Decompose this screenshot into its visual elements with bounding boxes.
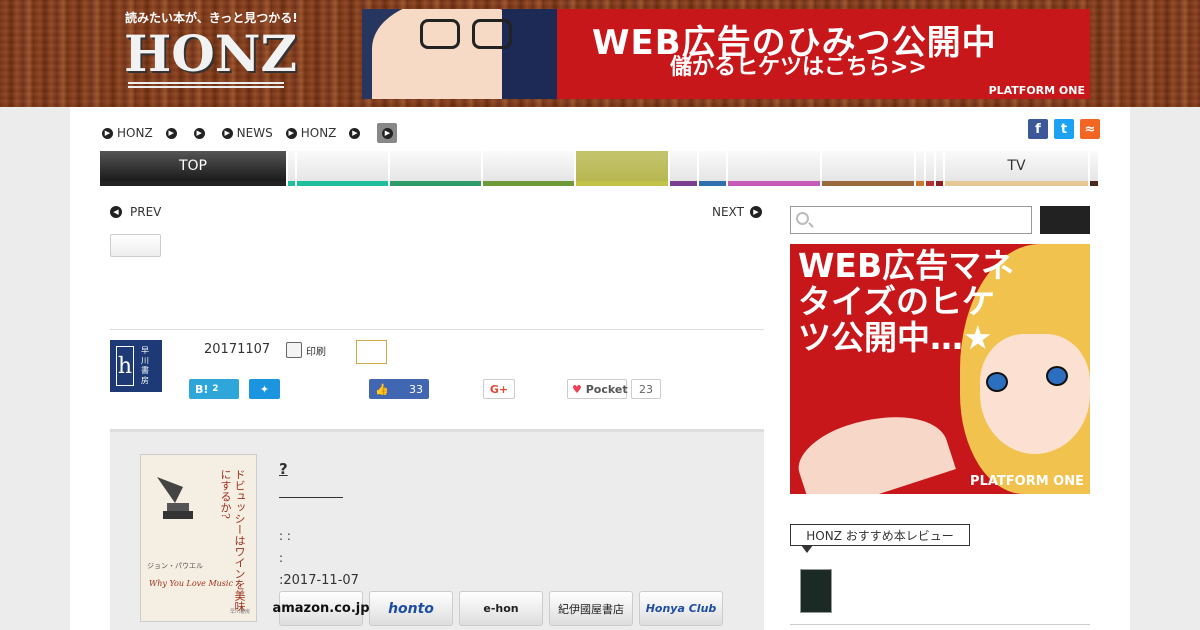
buy-amazon-button[interactable]: amazon.co.jp <box>272 591 370 626</box>
ad-headline: WEB広告マネタイズのヒケツ公開中…★ <box>798 246 1015 357</box>
search-icon <box>796 212 809 225</box>
breadcrumb-item[interactable]: ▶ HONZ <box>102 126 153 140</box>
pocket-button[interactable]: ♥ Pocket <box>567 379 628 399</box>
tweet-button[interactable]: ✦ <box>249 379 280 399</box>
gramophone-icon <box>157 477 193 519</box>
twitter-icon[interactable]: t <box>1054 119 1074 139</box>
sidebar-banner-ad[interactable]: WEB広告マネタイズのヒケツ公開中…★ PLATFORM ONE <box>790 244 1090 494</box>
post-date: 20171107 <box>204 342 271 357</box>
pocket-count: 23 <box>631 379 661 399</box>
buy-kinokuniya-button[interactable]: 紀伊國屋書店 <box>549 591 633 626</box>
nav-item-top[interactable]: TOP <box>100 151 286 186</box>
book-title[interactable]: ? <box>279 460 288 478</box>
prev-link[interactable]: ◀ PREV <box>110 205 161 219</box>
publisher-logo[interactable]: h 早 川 書 房 <box>110 340 162 392</box>
chevron-right-icon: ▶ <box>381 127 393 139</box>
recommended-reviews-heading: HONZ おすすめ本レビュー <box>790 524 970 553</box>
site-header: 読みたい本が、きっと見つかる! HONZ WEB広告のひみつ公開中 儲かるヒケツ… <box>0 0 1200 107</box>
breadcrumb-current: ▶ <box>377 123 398 143</box>
pocket-icon: ♥ <box>572 382 582 396</box>
nav-item[interactable] <box>926 151 934 186</box>
facebook-icon[interactable]: f <box>1028 119 1048 139</box>
nav-item[interactable] <box>576 151 668 186</box>
chevron-right-icon: ▶ <box>193 127 205 139</box>
ad-brand: PLATFORM ONE <box>988 84 1085 97</box>
next-link[interactable]: NEXT ▶ <box>712 205 762 219</box>
page-container: ▶ HONZ ▶ ▶ ▶ NEWS ▶ HONZ ▶ ▶ f t ≈ TOP TV ◀… <box>70 107 1130 630</box>
book-author: : : <box>279 529 291 543</box>
title-underline <box>279 497 343 498</box>
book-publisher: : <box>279 551 284 565</box>
chevron-right-icon: ▶ <box>349 127 361 139</box>
divider <box>110 329 764 330</box>
facebook-like-button[interactable]: 👍 33 <box>369 379 429 399</box>
buy-honto-button[interactable]: honto <box>369 591 453 626</box>
author-tag[interactable] <box>356 340 387 364</box>
thumbs-up-icon: 👍 <box>375 382 389 396</box>
nav-item[interactable] <box>288 151 295 186</box>
nav-item[interactable] <box>822 151 914 186</box>
ad-subline: 儲かるヒケツはこちら>> <box>670 55 927 80</box>
top-banner-ad[interactable]: WEB広告のひみつ公開中 儲かるヒケツはこちら>> PLATFORM ONE <box>362 9 1090 99</box>
print-button[interactable]: 印刷 <box>286 342 326 358</box>
printer-icon <box>286 342 302 358</box>
nav-item[interactable] <box>297 151 388 186</box>
search-button[interactable] <box>1040 206 1090 234</box>
breadcrumb-item[interactable]: ▶ <box>165 127 181 139</box>
nav-item[interactable] <box>390 151 481 186</box>
breadcrumb: ▶ HONZ ▶ ▶ ▶ NEWS ▶ HONZ ▶ ▶ <box>102 123 398 143</box>
nav-item[interactable] <box>699 151 726 186</box>
recommended-book-thumbnail[interactable] <box>800 569 832 613</box>
nav-item[interactable] <box>670 151 697 186</box>
chevron-right-icon: ▶ <box>749 206 762 218</box>
nav-item[interactable] <box>936 151 943 186</box>
logo-decoration <box>128 82 284 88</box>
category-tag[interactable] <box>110 234 161 257</box>
chevron-right-icon: ▶ <box>165 127 177 139</box>
social-links: f t ≈ <box>1028 119 1100 139</box>
buy-ehon-button[interactable]: e-hon <box>459 591 543 626</box>
buy-honyaclub-button[interactable]: Honya Club <box>639 591 723 626</box>
breadcrumb-item[interactable]: ▶ <box>349 127 364 139</box>
rss-icon[interactable]: ≈ <box>1080 119 1100 139</box>
chevron-right-icon: ▶ <box>221 127 233 139</box>
hatena-bookmark-button[interactable]: B! 2 <box>189 379 239 399</box>
google-plus-button[interactable]: G+ <box>483 379 515 399</box>
twitter-icon: ✦ <box>259 382 270 396</box>
nav-item-tv[interactable]: TV <box>945 151 1088 186</box>
site-logo[interactable]: HONZ <box>124 24 297 83</box>
chevron-right-icon: ▶ <box>102 127 113 139</box>
chevron-left-icon: ◀ <box>110 206 122 218</box>
nav-item[interactable] <box>728 151 820 186</box>
breadcrumb-item[interactable]: ▶ NEWS <box>221 126 273 140</box>
book-cover[interactable]: ドビュッシーはワインを美味にするか? ジョン・パウエル Why You Love… <box>140 454 257 622</box>
chevron-right-icon: ▶ <box>285 127 297 139</box>
ad-brand: PLATFORM ONE <box>970 474 1084 489</box>
category-nav: TOP TV <box>100 151 1100 186</box>
divider <box>790 624 1090 625</box>
book-info-box: ドビュッシーはワインを美味にするか? ジョン・パウエル Why You Love… <box>110 429 764 630</box>
breadcrumb-item[interactable]: ▶ HONZ <box>285 126 336 140</box>
breadcrumb-item[interactable]: ▶ <box>193 127 209 139</box>
book-release-date: :2017-11-07 <box>279 573 359 588</box>
nav-item[interactable] <box>1090 151 1098 186</box>
glasses-icon <box>420 19 460 49</box>
nav-item[interactable] <box>916 151 924 186</box>
search-input[interactable] <box>790 206 1032 234</box>
nav-item[interactable] <box>483 151 574 186</box>
